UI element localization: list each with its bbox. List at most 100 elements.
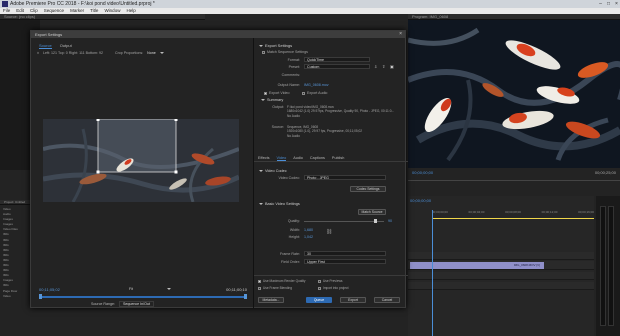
tab-output[interactable]: Output	[60, 43, 72, 49]
program-panel-title[interactable]: Program: IMG_0608	[412, 14, 448, 19]
export-button[interactable]: Export	[340, 297, 366, 303]
export-audio-label: Export Audio	[307, 91, 328, 95]
checkbox-icon	[258, 279, 261, 283]
summary-header-label: Summary	[267, 98, 284, 102]
max-render-quality-label: Use Maximum Render Quality	[263, 279, 306, 283]
width-value[interactable]: 1,680	[304, 228, 313, 232]
quality-slider[interactable]	[304, 221, 384, 222]
output-name-link[interactable]: IMG_0608.mov	[304, 83, 329, 87]
close-window-icon[interactable]: ×	[613, 0, 620, 8]
summary-output-label: Output:	[272, 105, 284, 109]
crop-toolbar: ⌗ Left: 121 Top: 0 Right: 111 Bottom: 92…	[37, 51, 247, 55]
chevron-down-icon	[167, 288, 171, 290]
minimize-icon[interactable]: –	[597, 0, 604, 8]
timeline-clip[interactable]: IMG_0608.MOV [V]	[410, 262, 544, 269]
tab-source[interactable]: Source	[39, 43, 52, 49]
delete-preset-icon[interactable]: ▣	[390, 64, 394, 69]
checkbox-icon	[258, 286, 261, 290]
tab-video[interactable]: Video	[276, 155, 287, 161]
window-title-bar: Adobe Premiere Pro CC 2018 - F:\koi pond…	[0, 0, 620, 8]
frame-blending-checkbox[interactable]: Use Frame Blending	[258, 286, 292, 290]
out-point-handle[interactable]	[244, 294, 247, 299]
import-into-project-label: Import into project	[323, 286, 349, 290]
import-preset-icon[interactable]: ⇧	[382, 64, 385, 69]
in-point-handle[interactable]	[39, 294, 42, 299]
playback-bar: 00;11;05;02 Fit 00;11;00;10	[37, 287, 249, 293]
preset-select[interactable]: Custom	[304, 64, 370, 69]
tab-captions[interactable]: Captions	[310, 155, 325, 161]
export-timecode-in[interactable]: 00;11;05;02	[39, 287, 60, 292]
match-sequence-checkbox[interactable]: Match Sequence Settings	[262, 50, 308, 54]
tab-effects[interactable]: Effects	[258, 155, 270, 161]
summary-header[interactable]: Summary	[261, 98, 283, 102]
video-codec-select[interactable]: Photo - JPEG	[304, 175, 386, 180]
tab-publish[interactable]: Publish	[332, 155, 344, 161]
tab-audio[interactable]: Audio	[293, 155, 303, 161]
video-codec-header-label: Video Codec	[265, 169, 287, 173]
basic-video-header-label: Basic Video Settings	[265, 202, 300, 206]
collapse-icon	[261, 99, 265, 101]
export-settings-header[interactable]: Export Settings	[259, 43, 292, 48]
frame-rate-select[interactable]: 30	[304, 251, 386, 256]
format-value: QuickTime	[307, 58, 325, 62]
export-settings-dialog: Export Settings × Source Output ⌗ Left: …	[30, 30, 408, 308]
crop-icon[interactable]: ⌗	[37, 51, 39, 55]
height-label: Height:	[288, 235, 300, 239]
import-into-project-checkbox[interactable]: Import into project	[318, 286, 349, 290]
cancel-button[interactable]: Cancel	[374, 297, 400, 303]
timeline-panel: 00;00;00;00 00;00;00;00 00;00;04;00 00;0…	[408, 196, 594, 336]
project-panel-title[interactable]: Project: Untitled	[4, 200, 25, 204]
basic-video-header[interactable]: Basic Video Settings	[259, 202, 300, 206]
ruler-tick: 00;00;04;00	[468, 210, 485, 214]
source-range-bar[interactable]	[39, 296, 247, 298]
window-title: Adobe Premiere Pro CC 2018 - F:\koi pond…	[10, 1, 155, 7]
frame-blending-label: Use Frame Blending	[263, 286, 293, 290]
playhead[interactable]	[432, 210, 433, 336]
maximize-icon[interactable]: □	[605, 0, 612, 8]
link-icon[interactable]: ⛓	[326, 229, 332, 235]
codec-settings-button[interactable]: Codec Settings	[350, 186, 386, 192]
program-scrubber[interactable]	[408, 180, 620, 181]
crop-proportions-select[interactable]: None	[147, 51, 156, 55]
crop-values[interactable]: Left: 121 Top: 0 Right: 111 Bottom: 92	[43, 51, 103, 55]
work-area-bar[interactable]	[432, 218, 594, 219]
quality-slider-thumb[interactable]	[374, 219, 377, 223]
timeline-timecode[interactable]: 00;00;00;00	[410, 198, 431, 203]
program-duration: 00;00;25;00	[594, 170, 616, 175]
output-name-label: Output Name:	[277, 83, 300, 87]
checkbox-icon	[262, 50, 265, 54]
source-panel-title[interactable]: Source: (no clips)	[4, 14, 35, 19]
save-preset-icon[interactable]: ⇩	[374, 64, 377, 69]
settings-tabs: Effects Video Audio Captions Publish	[254, 155, 408, 162]
close-icon[interactable]: ×	[399, 31, 402, 38]
fit-select[interactable]: Fit	[129, 287, 133, 291]
list-item[interactable]: Video	[3, 294, 30, 299]
height-value[interactable]: 1,042	[304, 235, 313, 239]
field-order-value: Upper First	[307, 260, 325, 264]
collapse-icon	[259, 44, 263, 47]
divider	[254, 275, 408, 276]
metadata-button[interactable]: Metadata...	[258, 297, 284, 303]
source-range-select[interactable]: Sequence In/Out	[118, 301, 154, 307]
format-select[interactable]: QuickTime	[304, 57, 370, 62]
field-order-select[interactable]: Upper First	[304, 259, 386, 264]
max-render-quality-checkbox[interactable]: Use Maximum Render Quality	[258, 279, 306, 283]
queue-button[interactable]: Queue	[306, 297, 332, 303]
timeline-ruler[interactable]: 00;00;00;00 00;00;04;00 00;00;08;00 00;0…	[432, 210, 594, 216]
preset-value: Custom	[307, 65, 320, 69]
export-audio-checkbox[interactable]: Export Audio	[302, 91, 327, 95]
collapse-icon	[259, 203, 263, 205]
export-video-checkbox[interactable]: Export Video	[264, 91, 290, 95]
width-label: Width:	[289, 228, 300, 232]
dialog-title-bar: Export Settings ×	[31, 31, 405, 38]
ruler-tick: 00;00;16;00	[578, 210, 594, 214]
comments-label: Comments:	[281, 73, 300, 77]
video-codec-value: Photo - JPEG	[307, 176, 329, 180]
source-output-tabs: Source Output	[31, 38, 251, 49]
quality-value[interactable]: 90	[388, 219, 392, 223]
use-previews-checkbox[interactable]: Use Previews	[318, 279, 343, 283]
match-source-button[interactable]: Match Source	[358, 209, 386, 215]
program-timecode[interactable]: 00;00;00;00	[412, 170, 433, 175]
source-range-label: Source Range:	[91, 302, 115, 306]
video-codec-header[interactable]: Video Codec	[259, 169, 287, 173]
